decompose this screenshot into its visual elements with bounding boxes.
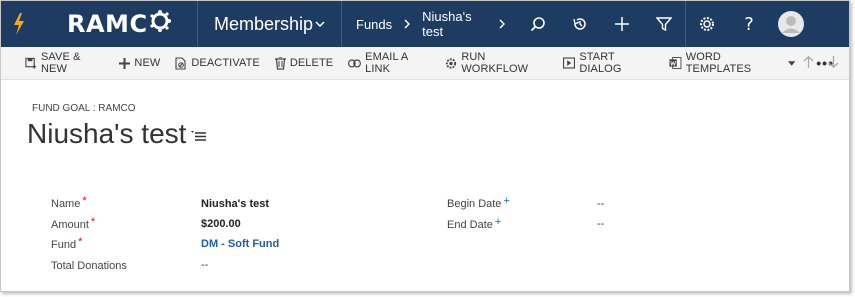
search-icon[interactable] bbox=[517, 1, 559, 47]
start-dialog-label: START DIALOG bbox=[579, 51, 622, 75]
begin-date-label-text: Begin Date bbox=[447, 198, 502, 210]
required-marker: * bbox=[90, 216, 96, 228]
help-icon[interactable]: ? bbox=[728, 1, 770, 47]
window-frame: RAM C Membership Funds Niusha's test ? S… bbox=[0, 0, 850, 292]
avatar[interactable] bbox=[770, 1, 812, 47]
breadcrumb-funds[interactable]: Funds bbox=[356, 17, 392, 32]
chevron-down-icon bbox=[315, 21, 325, 27]
logo-gear-icon bbox=[149, 10, 171, 38]
end-date-value[interactable]: -- bbox=[597, 218, 604, 230]
begin-date-value[interactable]: -- bbox=[597, 198, 604, 210]
dialog-icon bbox=[563, 57, 576, 69]
plus-icon bbox=[119, 57, 131, 69]
deactivate-button[interactable]: DEACTIVATE bbox=[175, 47, 260, 80]
page-title: Niusha's test bbox=[27, 118, 187, 149]
fund-field-label: Fund * bbox=[51, 236, 83, 251]
amount-field-value[interactable]: $200.00 bbox=[201, 218, 241, 230]
nav-actions: ? bbox=[517, 1, 812, 47]
email-link-button[interactable]: EMAIL A LINK bbox=[348, 47, 430, 80]
end-date-label-text: End Date bbox=[447, 219, 493, 231]
save-new-icon bbox=[25, 57, 37, 69]
gear-icon[interactable] bbox=[686, 1, 728, 47]
record-navigation bbox=[789, 47, 839, 80]
filter-icon[interactable] bbox=[643, 1, 685, 47]
amount-label-text: Amount bbox=[51, 219, 89, 231]
save-new-button[interactable]: SAVE & NEW bbox=[25, 47, 104, 80]
chevron-right-icon[interactable] bbox=[499, 17, 506, 32]
deactivate-label: DEACTIVATE bbox=[191, 57, 260, 69]
begin-date-label: Begin Date + bbox=[447, 195, 510, 210]
total-donations-value: -- bbox=[201, 259, 209, 271]
start-dialog-button[interactable]: START DIALOG bbox=[563, 47, 654, 80]
top-nav-bar: RAM C Membership Funds Niusha's test ? bbox=[1, 1, 849, 47]
save-new-label: SAVE & NEW bbox=[41, 51, 81, 75]
amount-field-label: Amount * bbox=[51, 216, 96, 231]
new-button[interactable]: NEW bbox=[119, 47, 160, 80]
app-launcher-icon[interactable] bbox=[1, 1, 37, 47]
breadcrumb-record[interactable]: Niusha's test bbox=[422, 9, 487, 39]
run-workflow-label: RUN WORKFLOW bbox=[461, 51, 529, 75]
word-templates-button[interactable]: WORD TEMPLATES bbox=[669, 47, 799, 80]
command-bar: SAVE & NEW NEW DEACTIVATE DELETE EMAIL A… bbox=[1, 47, 849, 80]
module-selector[interactable]: Membership bbox=[198, 1, 341, 47]
end-date-label: End Date + bbox=[447, 216, 502, 231]
recommended-marker: + bbox=[503, 195, 510, 207]
total-donations-label: Total Donations bbox=[51, 260, 127, 272]
workflow-icon bbox=[446, 57, 457, 69]
run-workflow-button[interactable]: RUN WORKFLOW bbox=[445, 47, 548, 80]
required-marker: * bbox=[78, 236, 83, 248]
required-marker: * bbox=[82, 195, 87, 207]
fund-lookup-link[interactable]: DM - Soft Fund bbox=[201, 238, 279, 250]
arrow-down-icon[interactable] bbox=[828, 55, 839, 73]
brand-logo[interactable]: RAM C bbox=[37, 1, 197, 47]
name-label-text: Name bbox=[51, 198, 81, 210]
recommended-marker: + bbox=[494, 216, 502, 228]
plus-icon[interactable] bbox=[601, 1, 643, 47]
brand-text-ram: RAM bbox=[67, 10, 130, 38]
email-link-label: EMAIL A LINK bbox=[365, 51, 408, 75]
trash-icon bbox=[274, 56, 286, 70]
delete-label: DELETE bbox=[289, 57, 334, 69]
deactivate-icon bbox=[175, 56, 186, 70]
brand-text-c: C bbox=[129, 10, 148, 38]
arrow-up-icon[interactable] bbox=[803, 55, 814, 73]
module-label: Membership bbox=[214, 13, 314, 34]
history-icon[interactable] bbox=[559, 1, 601, 47]
word-icon bbox=[669, 57, 682, 69]
name-field-value[interactable]: Niusha's test bbox=[201, 198, 269, 210]
delete-button[interactable]: DELETE bbox=[274, 47, 334, 80]
link-icon bbox=[348, 58, 362, 68]
breadcrumb: Funds Niusha's test bbox=[342, 1, 517, 47]
chevron-right-icon bbox=[404, 17, 411, 32]
form-selector-icon[interactable] bbox=[191, 129, 207, 147]
entity-label: FUND GOAL : RAMCO bbox=[32, 103, 136, 114]
fund-label-text: Fund bbox=[51, 239, 77, 251]
name-field-label: Name * bbox=[51, 195, 87, 210]
new-label: NEW bbox=[134, 57, 161, 69]
word-templates-label: WORD TEMPLATES bbox=[685, 51, 752, 75]
